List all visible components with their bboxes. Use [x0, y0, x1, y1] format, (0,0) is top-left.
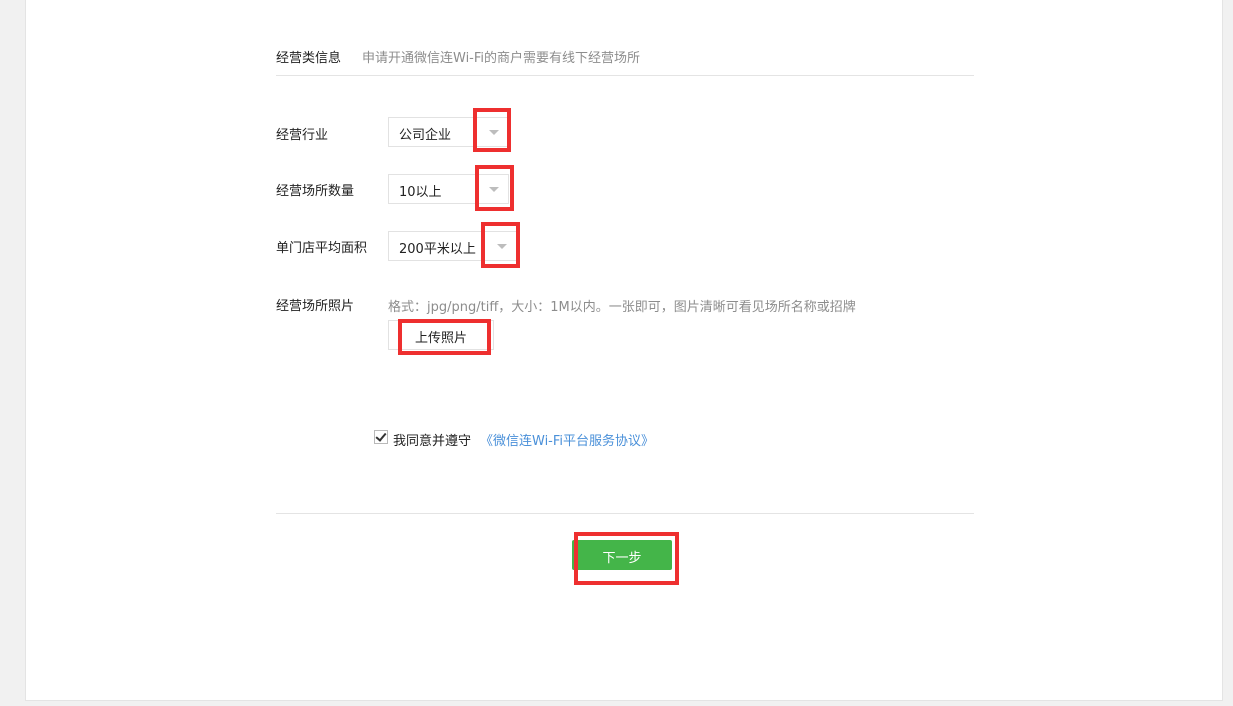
- agreement-link[interactable]: 《微信连Wi-Fi平台服务协议》: [480, 430, 654, 449]
- footer-divider: [276, 513, 974, 514]
- industry-label: 经营行业: [276, 128, 329, 143]
- section-title: 经营类信息: [276, 51, 342, 66]
- agreement-checkbox[interactable]: [374, 430, 388, 444]
- section-description: 申请开通微信连Wi-Fi的商户需要有线下经营场所: [362, 51, 641, 66]
- photo-label: 经营场所照片: [276, 299, 355, 314]
- industry-value: 公司企业: [399, 128, 452, 143]
- agreement-text: 我同意并遵守: [393, 434, 472, 449]
- section-header: 经营类信息 申请开通微信连Wi-Fi的商户需要有线下经营场所: [276, 43, 974, 76]
- check-icon: [375, 430, 387, 442]
- form-panel: 经营类信息 申请开通微信连Wi-Fi的商户需要有线下经营场所 经营行业 公司企业…: [25, 0, 1223, 701]
- store-count-value: 10以上: [399, 185, 442, 200]
- highlight-box-store-count: [475, 165, 514, 211]
- avg-area-label: 单门店平均面积: [276, 241, 368, 256]
- store-count-label: 经营场所数量: [276, 184, 355, 199]
- photo-hint: 格式：jpg/png/tiff，大小：1M以内。一张即可，图片清晰可看见场所名称…: [388, 300, 856, 315]
- avg-area-value: 200平米以上: [399, 242, 476, 257]
- highlight-box-industry: [473, 108, 511, 152]
- highlight-box-next: [574, 532, 679, 585]
- highlight-box-upload: [398, 319, 491, 355]
- highlight-box-avg-area: [481, 222, 520, 268]
